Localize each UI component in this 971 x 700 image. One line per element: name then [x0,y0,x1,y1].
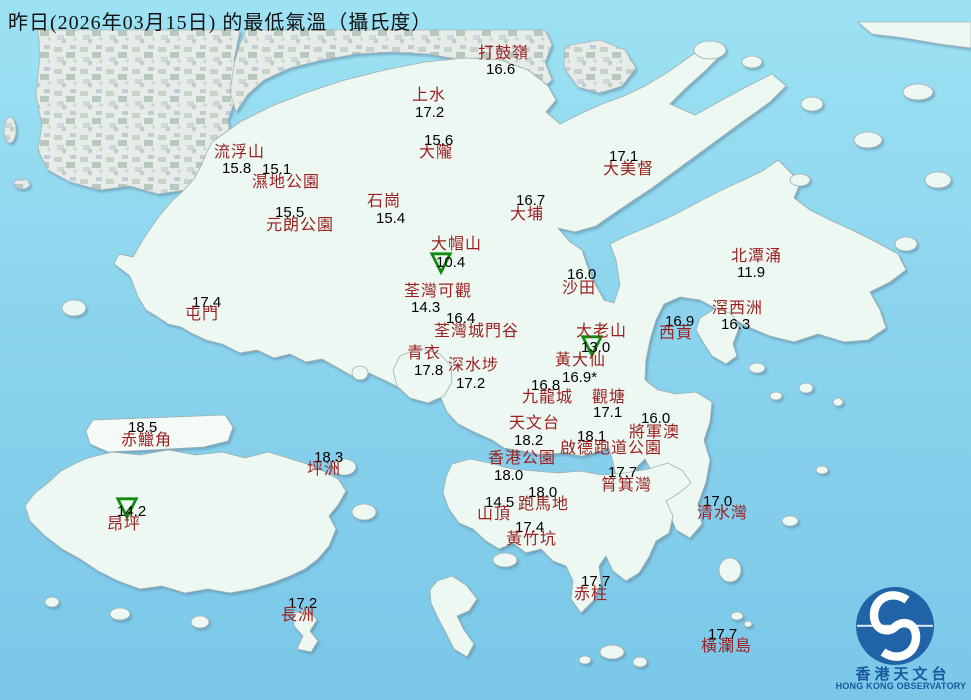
station-name: 長洲 [281,607,316,624]
station-name: 啟德跑道公園 [560,440,663,457]
station-name: 荃灣城門谷 [434,323,520,340]
station-name: 黃大仙 [555,352,607,369]
station-temperature: 15.8 [222,160,252,177]
station-temperature: 17.1 [593,404,623,421]
station-name: 北潭涌 [731,248,783,265]
station-name: 大隴 [419,144,454,161]
station-temperature: 11.9 [737,264,766,281]
station-name: 上水 [412,87,447,104]
station-name: 橫瀾島 [701,638,753,655]
station-name: 大老山 [576,323,628,340]
station-temperature: 10.4 [436,254,466,271]
station-temperature: 17.2 [415,104,445,121]
station-name: 清水灣 [697,505,749,522]
station-name: 赤柱 [574,586,609,603]
station-name: 山頂 [477,506,512,523]
station-name: 青衣 [407,345,442,362]
map-title: 昨日(2026年03月15日) 的最低氣溫（攝氏度） [8,12,433,34]
hko-logo-english-label: HONG KONG OBSERVATORY [835,681,967,691]
station-name: 流浮山 [214,144,266,161]
station-name: 跑馬地 [518,496,570,513]
station-temperature: 14.3 [411,299,441,316]
station-name: 觀塘 [592,389,627,406]
station-name: 沙田 [562,280,597,297]
station-name: 大美督 [603,161,655,178]
station-temperature: 18.2 [514,432,544,449]
station-name: 深水埗 [448,357,500,374]
weather-map-screen: 昨日(2026年03月15日) 的最低氣溫（攝氏度） 16.6 打鼓嶺 17.2 上水… [0,0,971,700]
station-name: 天文台 [509,415,561,432]
station-name: 元朗公園 [266,217,335,234]
station-temperature: 16.9* [562,369,598,386]
station-name: 荃灣可觀 [404,283,473,300]
station-name: 九龍城 [522,389,574,406]
stations-layer: 16.6 打鼓嶺 17.2 上水 15.6 大隴 15.8 流浮山 15.1 濕地公園 15.5 元朗… [0,0,971,700]
station-temperature: 15.4 [376,210,406,227]
station-name: 昂坪 [107,516,142,533]
station-temperature: 17.8 [414,362,444,379]
station-name: 筲箕灣 [601,477,653,494]
station-name: 赤鱲角 [121,432,173,449]
station-temperature: 17.2 [456,375,486,392]
station-name: 西貢 [659,325,694,342]
station-name: 大埔 [510,206,545,223]
station-name: 黃竹坑 [506,531,558,548]
station-name: 打鼓嶺 [478,45,530,62]
station-name: 石崗 [367,193,402,210]
station-name: 大帽山 [431,236,483,253]
station-name: 香港公園 [488,450,557,467]
station-name: 滘西洲 [712,300,764,317]
station-name: 坪洲 [307,461,342,478]
station-temperature: 16.6 [486,61,516,78]
station-name: 將軍澳 [629,424,681,441]
station-name: 濕地公園 [252,174,321,191]
station-temperature: 18.0 [494,467,524,484]
station-name: 屯門 [185,306,220,323]
station-temperature: 16.3 [721,316,751,333]
